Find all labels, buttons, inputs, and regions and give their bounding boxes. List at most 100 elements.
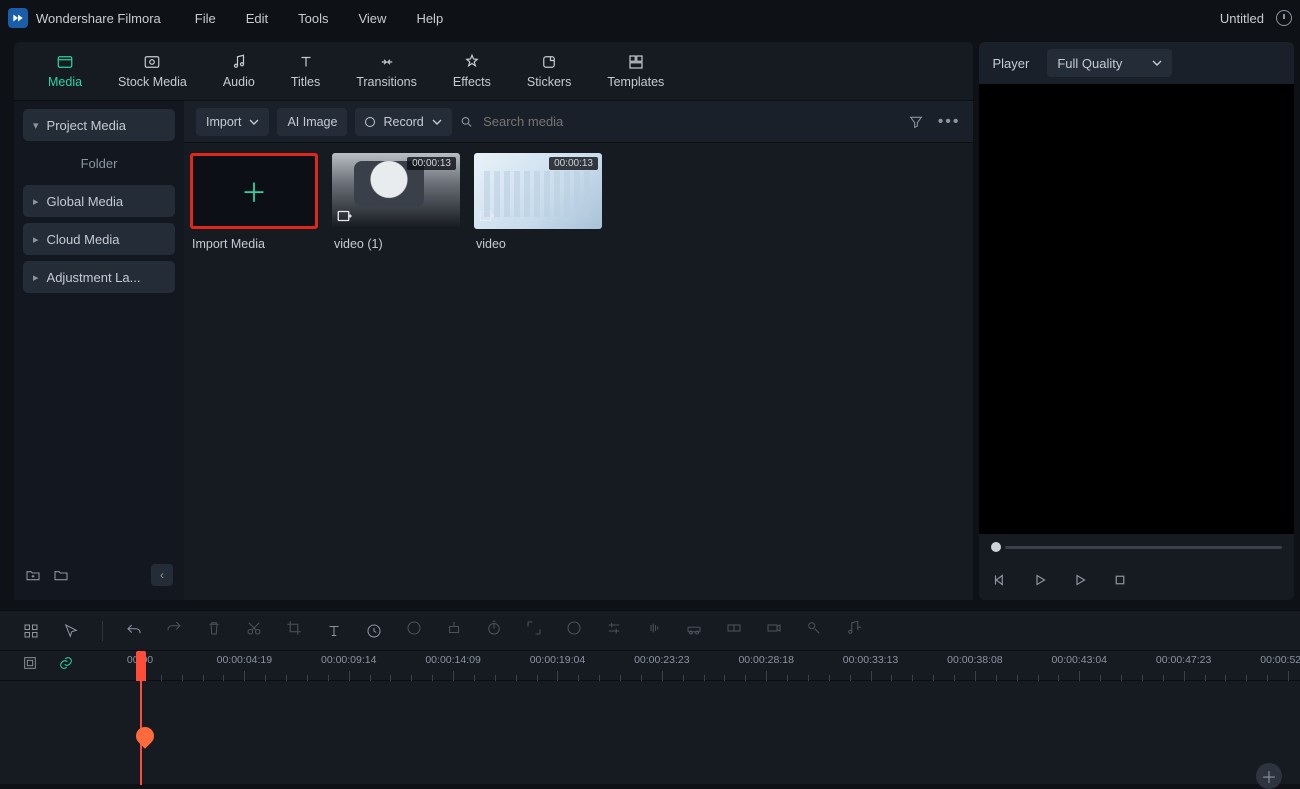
tab-media[interactable]: Media — [48, 53, 82, 89]
tab-templates[interactable]: Templates — [607, 53, 664, 89]
cut-icon[interactable] — [245, 619, 263, 637]
grid-view-icon[interactable] — [22, 622, 40, 640]
search-input[interactable] — [481, 113, 900, 130]
keyframe-icon[interactable] — [445, 619, 463, 637]
play-icon[interactable] — [1071, 571, 1089, 589]
group-icon[interactable] — [725, 619, 743, 637]
player-viewport[interactable] — [979, 84, 1295, 534]
timeline-ruler[interactable]: 00:0000:00:04:1900:00:09:1400:00:14:0900… — [0, 651, 1300, 681]
tab-label: Media — [48, 75, 82, 89]
render-icon[interactable] — [765, 619, 783, 637]
audio-wave-icon[interactable] — [645, 619, 663, 637]
tab-label: Stock Media — [118, 75, 187, 89]
filter-icon[interactable] — [908, 114, 924, 130]
ruler-label: 00:00:33:13 — [843, 654, 898, 666]
scrubber-handle[interactable] — [991, 542, 1001, 552]
new-folder-icon[interactable] — [25, 567, 41, 583]
duration-badge: 00:00:13 — [407, 157, 456, 170]
sidebar-project-media[interactable]: ▾ Project Media — [23, 109, 175, 141]
duration-badge: 00:00:13 — [549, 157, 598, 170]
adjust-icon[interactable] — [605, 619, 623, 637]
timeline-tracks[interactable]: ＋ — [0, 681, 1300, 785]
menu-edit[interactable]: Edit — [246, 11, 268, 26]
effects-icon — [462, 53, 482, 71]
search-media[interactable] — [460, 113, 900, 130]
ruler-label: 00:00:28:18 — [738, 654, 793, 666]
mask-icon[interactable] — [565, 619, 583, 637]
delete-icon[interactable] — [205, 619, 223, 637]
button-label: Record — [383, 115, 423, 129]
tab-titles[interactable]: Titles — [291, 53, 320, 89]
media-item[interactable]: 00:00:13 video (1) — [332, 153, 460, 251]
templates-icon — [626, 53, 646, 71]
sidebar-item-label: Global Media — [47, 194, 124, 209]
player-quality-dropdown[interactable]: Full Quality — [1047, 49, 1172, 77]
stickers-icon — [539, 53, 559, 71]
ruler-label: 00:00:23:23 — [634, 654, 689, 666]
track-manager-icon[interactable] — [22, 655, 38, 676]
ruler-label: 00:00:14:09 — [425, 654, 480, 666]
import-dropdown[interactable]: Import — [196, 108, 269, 136]
undo-icon[interactable] — [125, 622, 143, 640]
audio-sync-icon[interactable] — [845, 619, 863, 637]
more-icon[interactable]: ••• — [938, 113, 961, 131]
tab-stickers[interactable]: Stickers — [527, 53, 571, 89]
sidebar-cloud-media[interactable]: ▸ Cloud Media — [23, 223, 175, 255]
redo-icon[interactable] — [165, 619, 183, 637]
ruler-label: 00:00:38:08 — [947, 654, 1002, 666]
menu-view[interactable]: View — [358, 11, 386, 26]
timer-icon[interactable] — [485, 619, 503, 637]
add-to-timeline-icon[interactable] — [478, 207, 496, 225]
crop-icon[interactable] — [285, 619, 303, 637]
collapse-sidebar-button[interactable]: ‹ — [151, 564, 173, 586]
menu-file[interactable]: File — [195, 11, 216, 26]
tab-audio[interactable]: Audio — [223, 53, 255, 89]
sidebar-global-media[interactable]: ▸ Global Media — [23, 185, 175, 217]
play-outline-icon[interactable] — [1031, 571, 1049, 589]
ruler-label: 00:00:43:04 — [1052, 654, 1107, 666]
media-toolbar: Import AI Image Record — [184, 101, 973, 143]
sidebar-adjustment-layers[interactable]: ▸ Adjustment La... — [23, 261, 175, 293]
media-sidebar: ▾ Project Media Folder ▸ Global Media ▸ … — [14, 101, 184, 600]
sidebar-item-label: Cloud Media — [47, 232, 120, 247]
scrubber-track[interactable] — [1005, 546, 1283, 549]
history-icon[interactable] — [1276, 10, 1292, 26]
prev-frame-icon[interactable] — [991, 571, 1009, 589]
media-icon — [55, 53, 75, 71]
color-icon[interactable] — [405, 619, 423, 637]
tab-effects[interactable]: Effects — [453, 53, 491, 89]
card-label: video — [474, 237, 602, 251]
player-scrubber[interactable] — [979, 534, 1295, 560]
plus-icon: ＋ — [241, 173, 267, 210]
dropdown-label: Full Quality — [1057, 56, 1122, 71]
marker-icon[interactable] — [805, 619, 823, 637]
folder-icon[interactable] — [53, 567, 69, 583]
ai-image-button[interactable]: AI Image — [277, 108, 347, 136]
media-item[interactable]: 00:00:13 video — [474, 153, 602, 251]
select-tool-icon[interactable] — [62, 622, 80, 640]
car-icon[interactable] — [685, 619, 703, 637]
app-logo — [8, 8, 28, 28]
link-icon[interactable] — [58, 655, 74, 676]
button-label: AI Image — [287, 115, 337, 129]
add-track-button[interactable]: ＋ — [1256, 763, 1282, 789]
tab-stock-media[interactable]: Stock Media — [118, 53, 187, 89]
speed-icon[interactable] — [365, 622, 383, 640]
import-media-card[interactable]: ＋ Import Media — [190, 153, 318, 251]
sidebar-item-label: Adjustment La... — [47, 270, 141, 285]
add-to-timeline-icon[interactable] — [336, 207, 354, 225]
sidebar-folder[interactable]: Folder — [23, 147, 175, 179]
stop-icon[interactable] — [1111, 571, 1129, 589]
ruler-label: 00:00:04:19 — [217, 654, 272, 666]
record-dropdown[interactable]: Record — [355, 108, 451, 136]
tab-transitions[interactable]: Transitions — [356, 53, 417, 89]
search-icon — [460, 115, 473, 129]
expand-icon[interactable] — [525, 619, 543, 637]
text-tool-icon[interactable] — [325, 622, 343, 640]
tab-label: Effects — [453, 75, 491, 89]
playhead-knob[interactable] — [132, 723, 157, 748]
card-label: Import Media — [190, 237, 318, 251]
menu-help[interactable]: Help — [416, 11, 443, 26]
audio-icon — [229, 53, 249, 71]
menu-tools[interactable]: Tools — [298, 11, 328, 26]
